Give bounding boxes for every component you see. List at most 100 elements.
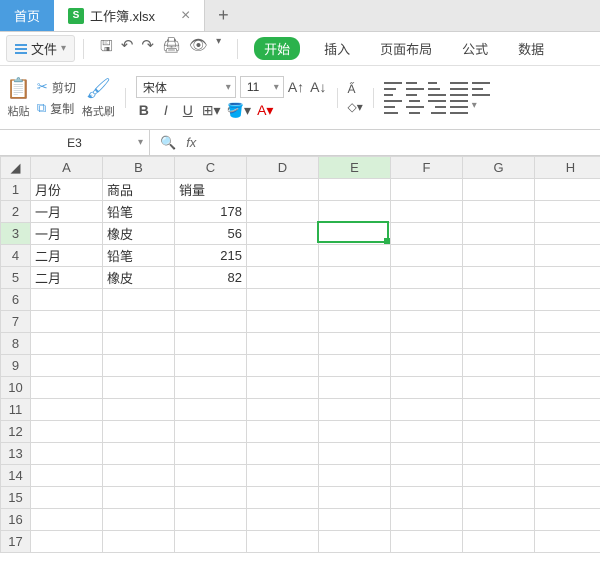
cell[interactable] bbox=[391, 267, 463, 289]
cell[interactable] bbox=[247, 443, 319, 465]
cell[interactable] bbox=[463, 245, 535, 267]
row-header[interactable]: 6 bbox=[1, 289, 31, 311]
cell[interactable] bbox=[175, 377, 247, 399]
align-middle-button[interactable] bbox=[406, 82, 424, 96]
row-header[interactable]: 14 bbox=[1, 465, 31, 487]
align-more-button[interactable]: ▾ bbox=[472, 100, 477, 114]
cell[interactable]: 商品 bbox=[103, 179, 175, 201]
row-header[interactable]: 11 bbox=[1, 399, 31, 421]
cell[interactable] bbox=[103, 333, 175, 355]
align-bottom-button[interactable] bbox=[428, 82, 446, 96]
cell[interactable] bbox=[247, 289, 319, 311]
border-button[interactable]: ⊞▾ bbox=[202, 102, 221, 119]
cell[interactable] bbox=[535, 179, 600, 201]
column-header[interactable]: E bbox=[319, 157, 391, 179]
cell[interactable] bbox=[463, 399, 535, 421]
undo-icon[interactable]: ↶ bbox=[121, 36, 134, 61]
row-header[interactable]: 9 bbox=[1, 355, 31, 377]
cell[interactable] bbox=[175, 355, 247, 377]
cell[interactable] bbox=[103, 465, 175, 487]
cell[interactable] bbox=[391, 289, 463, 311]
cell[interactable] bbox=[319, 245, 391, 267]
phonetic-button[interactable]: A̋ bbox=[348, 82, 363, 96]
cell[interactable] bbox=[463, 355, 535, 377]
cell[interactable] bbox=[319, 311, 391, 333]
column-header[interactable]: H bbox=[535, 157, 600, 179]
cell[interactable] bbox=[175, 421, 247, 443]
cell[interactable] bbox=[319, 267, 391, 289]
wrap-text-button[interactable] bbox=[472, 82, 490, 96]
cell[interactable] bbox=[319, 443, 391, 465]
cell[interactable] bbox=[391, 377, 463, 399]
cell[interactable]: 橡皮 bbox=[103, 223, 175, 245]
ribbon-tab-formula[interactable]: 公式 bbox=[456, 37, 494, 60]
cell[interactable]: 二月 bbox=[31, 245, 103, 267]
cell[interactable] bbox=[535, 487, 600, 509]
cell[interactable] bbox=[31, 333, 103, 355]
cell[interactable] bbox=[463, 267, 535, 289]
cell[interactable] bbox=[463, 311, 535, 333]
increase-font-button[interactable]: A↑ bbox=[288, 79, 304, 95]
cell[interactable] bbox=[391, 355, 463, 377]
cell[interactable] bbox=[463, 509, 535, 531]
cell[interactable] bbox=[247, 487, 319, 509]
qat-dropdown-icon[interactable]: ▾ bbox=[216, 36, 221, 61]
print-preview-icon[interactable]: 👁 bbox=[189, 36, 208, 61]
row-header[interactable]: 8 bbox=[1, 333, 31, 355]
cell[interactable] bbox=[247, 509, 319, 531]
cell[interactable] bbox=[535, 377, 600, 399]
cell[interactable]: 橡皮 bbox=[103, 267, 175, 289]
cell[interactable] bbox=[247, 201, 319, 223]
cell[interactable] bbox=[103, 289, 175, 311]
cell[interactable] bbox=[391, 201, 463, 223]
cell[interactable] bbox=[103, 487, 175, 509]
cell[interactable] bbox=[463, 421, 535, 443]
cell[interactable] bbox=[391, 509, 463, 531]
row-header[interactable]: 1 bbox=[1, 179, 31, 201]
cell[interactable]: 铅笔 bbox=[103, 245, 175, 267]
paste-button[interactable]: 📋 粘贴 bbox=[6, 76, 31, 119]
cell[interactable] bbox=[247, 311, 319, 333]
print-icon[interactable]: 🖨 bbox=[162, 36, 181, 61]
ribbon-tab-data[interactable]: 数据 bbox=[512, 37, 550, 60]
name-box[interactable]: E3 bbox=[0, 130, 150, 155]
document-tab[interactable]: S 工作簿.xlsx × bbox=[54, 0, 205, 31]
fx-label[interactable]: fx bbox=[186, 135, 196, 150]
cell[interactable] bbox=[535, 223, 600, 245]
cell[interactable] bbox=[391, 245, 463, 267]
cell[interactable] bbox=[535, 531, 600, 553]
cell[interactable] bbox=[463, 487, 535, 509]
cell[interactable] bbox=[463, 377, 535, 399]
underline-button[interactable]: U bbox=[180, 102, 196, 119]
fill-color-button[interactable]: 🪣▾ bbox=[227, 102, 251, 119]
column-header[interactable]: F bbox=[391, 157, 463, 179]
cell[interactable] bbox=[31, 289, 103, 311]
cell[interactable] bbox=[31, 355, 103, 377]
cell[interactable] bbox=[247, 223, 319, 245]
cell[interactable] bbox=[319, 509, 391, 531]
merge-cells-button[interactable] bbox=[450, 100, 468, 114]
cell[interactable]: 月份 bbox=[31, 179, 103, 201]
row-header[interactable]: 15 bbox=[1, 487, 31, 509]
row-header[interactable]: 5 bbox=[1, 267, 31, 289]
row-header[interactable]: 3 bbox=[1, 223, 31, 245]
cell[interactable] bbox=[391, 333, 463, 355]
clear-format-button[interactable]: ◇▾ bbox=[348, 100, 363, 114]
cell[interactable] bbox=[247, 333, 319, 355]
cell[interactable] bbox=[463, 531, 535, 553]
column-header[interactable]: C bbox=[175, 157, 247, 179]
cell[interactable] bbox=[31, 399, 103, 421]
cell[interactable] bbox=[247, 465, 319, 487]
ribbon-tab-insert[interactable]: 插入 bbox=[318, 37, 356, 60]
cell[interactable] bbox=[319, 333, 391, 355]
cell[interactable] bbox=[175, 311, 247, 333]
cell[interactable] bbox=[535, 289, 600, 311]
cell[interactable] bbox=[319, 201, 391, 223]
cell[interactable] bbox=[31, 531, 103, 553]
cell[interactable] bbox=[463, 289, 535, 311]
new-tab-button[interactable]: + bbox=[205, 0, 241, 31]
cell[interactable] bbox=[31, 487, 103, 509]
font-color-button[interactable]: A▾ bbox=[257, 102, 273, 119]
cell[interactable] bbox=[31, 509, 103, 531]
cell[interactable] bbox=[391, 443, 463, 465]
